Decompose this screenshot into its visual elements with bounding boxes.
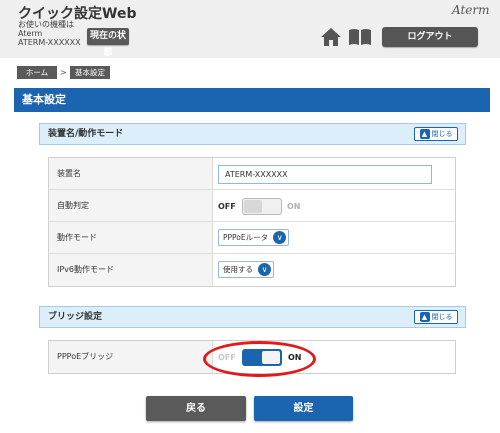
page-title: 基本設定 (14, 88, 490, 112)
model-brand: Aterm (18, 29, 43, 38)
chevron-down-icon[interactable]: ∨ (273, 231, 287, 244)
section-title: ブリッジ設定 (48, 312, 103, 322)
caret-up-icon: ▲ (419, 129, 430, 139)
row-label: IPv6動作モード (49, 254, 213, 286)
row-cell: OFF ON (213, 190, 455, 221)
operation-mode-select[interactable]: PPPoEルータ ∨ (218, 229, 290, 246)
row-label: 自動判定 (49, 190, 213, 221)
brand-logo: Aterm (452, 3, 490, 17)
device-name-input[interactable]: ATERM-XXXXXX (218, 165, 432, 184)
breadcrumb-current: 基本設定 (70, 66, 110, 79)
select-value: PPPoEルータ (223, 233, 269, 242)
table-row: 自動判定 OFF ON (49, 190, 455, 222)
collapse-label: 閉じる (431, 130, 453, 138)
toggle-knob[interactable] (244, 200, 262, 213)
select-value: 使用する (223, 265, 253, 274)
table-row: 装置名 ATERM-XXXXXX (49, 158, 455, 190)
toggle-on-label: ON (287, 202, 301, 211)
section-header-device-mode: 装置名/動作モード ▲ 閉じる (39, 123, 466, 145)
row-cell: PPPoEルータ ∨ (213, 222, 455, 253)
section-header-bridge: ブリッジ設定 ▲ 閉じる (39, 306, 466, 328)
book-icon[interactable] (348, 28, 372, 46)
collapse-button[interactable]: ▲ 閉じる (414, 310, 458, 324)
row-label: 動作モード (49, 222, 213, 253)
auto-detect-toggle[interactable]: OFF ON (218, 198, 314, 215)
row-cell: 使用する ∨ (213, 254, 455, 286)
collapse-label: 閉じる (431, 313, 453, 321)
collapse-button[interactable]: ▲ 閉じる (414, 127, 458, 141)
device-mode-table: 装置名 ATERM-XXXXXX 自動判定 OFF ON 動作モード PPPoE… (48, 157, 456, 287)
current-status-button[interactable]: 現在の状態 (87, 28, 129, 58)
breadcrumb-separator: > (60, 68, 67, 77)
back-button[interactable]: 戻る (146, 396, 246, 421)
breadcrumb-home[interactable]: ホーム (17, 66, 57, 79)
table-row: IPv6動作モード 使用する ∨ (49, 254, 455, 286)
ipv6-mode-select[interactable]: 使用する ∨ (218, 261, 274, 278)
toggle-off-label: OFF (218, 202, 236, 211)
highlight-ellipse (203, 341, 316, 377)
model-label: お使いの機種は (18, 20, 74, 29)
section-title: 装置名/動作モード (48, 129, 124, 139)
top-bar: クイック設定Web お使いの機種は Aterm ATERM-XXXXXX 現在の… (0, 0, 500, 58)
model-name: ATERM-XXXXXX (18, 38, 81, 47)
row-label: PPPoEブリッジ (49, 341, 213, 373)
table-row: 動作モード PPPoEルータ ∨ (49, 222, 455, 254)
row-label: 装置名 (49, 158, 213, 189)
caret-up-icon: ▲ (419, 312, 430, 322)
save-button[interactable]: 設定 (254, 396, 353, 421)
chevron-down-icon[interactable]: ∨ (258, 263, 271, 276)
home-icon[interactable] (320, 27, 342, 47)
logout-button[interactable]: ログアウト (382, 27, 478, 47)
row-cell: ATERM-XXXXXX (213, 158, 455, 189)
